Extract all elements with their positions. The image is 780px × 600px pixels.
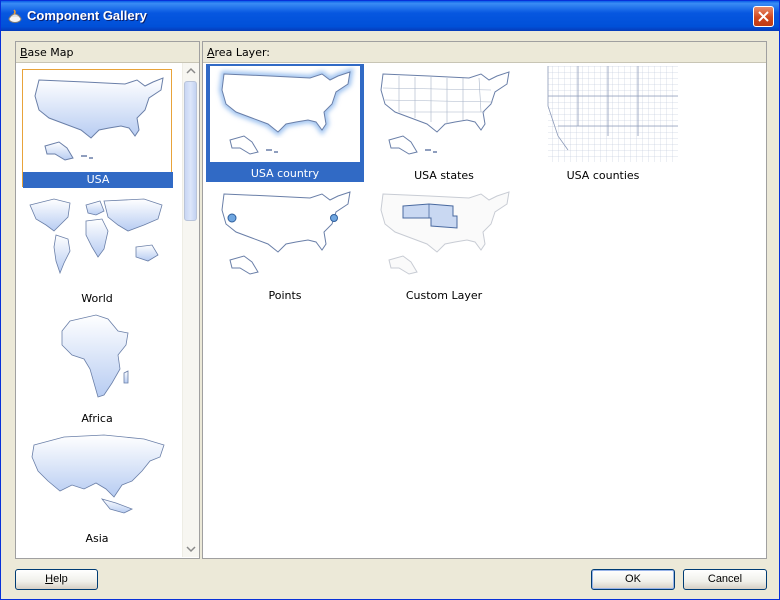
area-layer-header-label: rea Layer: (214, 46, 270, 59)
area-layer-item-usa-states[interactable]: USA states (365, 64, 523, 182)
base-map-panel: Base Map USA World Africa Asia (15, 41, 200, 559)
base-map-item-asia[interactable]: Asia (22, 429, 172, 547)
dialog-body: Base Map USA World Africa Asia Area Laye… (4, 31, 776, 597)
africa-map-thumbnail (61, 314, 129, 398)
points-thumbnail (221, 191, 351, 275)
world-map-thumbnail (29, 198, 163, 275)
usa-country-thumbnail (210, 66, 360, 162)
base-map-item-label: Asia (85, 532, 109, 545)
custom-layer-thumbnail (380, 191, 510, 275)
asia-map-thumbnail (31, 434, 165, 514)
help-mnemonic: H (45, 573, 54, 585)
area-layer-panel: Area Layer: USA country USA states USA c… (202, 41, 767, 559)
help-button[interactable]: Help (15, 569, 98, 590)
base-map-list: USA World Africa Asia (16, 63, 182, 557)
area-layer-item-usa-counties[interactable]: USA counties (524, 64, 682, 182)
base-map-item-label: USA (23, 172, 173, 188)
base-map-item-usa[interactable]: USA (22, 69, 173, 188)
base-map-item-africa[interactable]: Africa (22, 309, 172, 427)
base-map-item-world[interactable]: World (22, 189, 172, 307)
window-title: Component Gallery (27, 8, 147, 23)
area-layer-item-label: USA country (250, 167, 320, 180)
base-map-scrollbar[interactable] (182, 63, 199, 557)
area-layer-item-points[interactable]: Points (206, 184, 364, 302)
area-layer-item-custom-layer[interactable]: Custom Layer (365, 184, 523, 302)
area-layer-header: Area Layer: (203, 42, 766, 63)
area-layer-item-label: Custom Layer (405, 289, 483, 302)
title-bar[interactable]: Component Gallery (1, 1, 779, 31)
ok-button[interactable]: OK (591, 569, 675, 590)
base-map-mnemonic: B (20, 46, 28, 59)
area-layer-item-label: USA counties (566, 169, 640, 182)
scroll-down-arrow-icon[interactable] (183, 541, 199, 557)
app-icon (8, 9, 22, 23)
scrollbar-thumb[interactable] (184, 81, 197, 221)
usa-map-thumbnail (34, 77, 164, 161)
base-map-item-label: World (81, 292, 113, 305)
close-button[interactable] (753, 6, 774, 27)
help-label: elp (53, 573, 68, 585)
close-icon (758, 11, 769, 22)
usa-counties-thumbnail (547, 66, 678, 162)
area-layer-item-usa-country[interactable]: USA country (206, 64, 364, 182)
area-layer-item-label: Points (268, 289, 302, 302)
component-gallery-window: Component Gallery Base Map USA World Afr… (0, 0, 780, 600)
base-map-header-label: ase Map (27, 46, 74, 59)
cancel-button[interactable]: Cancel (683, 569, 767, 590)
base-map-header: Base Map (16, 42, 199, 63)
area-layer-item-label: USA states (414, 169, 474, 182)
usa-states-thumbnail (380, 71, 510, 155)
base-map-item-label: Africa (81, 412, 113, 425)
area-layer-mnemonic: A (207, 46, 215, 59)
scroll-up-arrow-icon[interactable] (183, 63, 199, 79)
